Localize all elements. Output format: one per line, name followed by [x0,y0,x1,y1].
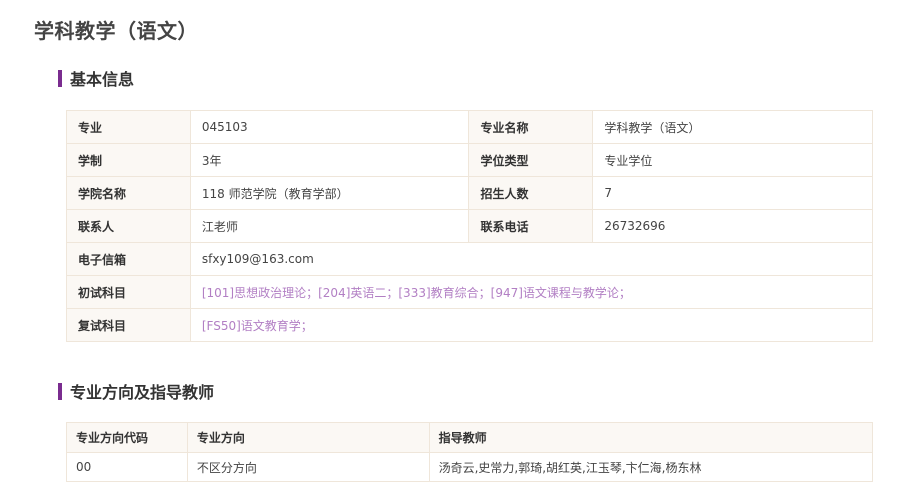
basic-info-table: 专业 045103 专业名称 学科教学（语文） 学制 3年 学位类型 专业学位 … [66,110,874,342]
directions-table: 专业方向代码 专业方向 指导教师 00 不区分方向 汤奇云,史常力,郭琦,胡红英… [66,422,874,482]
field-label-contact: 联系人 [66,209,191,243]
advisors-cell: 汤奇云,史常力,郭琦,胡红英,江玉琴,卞仁海,杨东林 [428,452,874,482]
table-row: 复试科目 [FS50]语文教育学； [66,308,874,342]
section-title-directions: 专业方向及指导教师 [58,379,214,403]
table-row: 学制 3年 学位类型 专业学位 [66,143,873,177]
table-row: 00 不区分方向 汤奇云,史常力,郭琦,胡红英,江玉琴,卞仁海,杨东林 [66,452,874,482]
table-row: 专业 045103 专业名称 学科教学（语文） [66,110,873,144]
section-accent-bar [58,382,62,400]
field-label-initial-subjects: 初试科目 [66,275,191,309]
section-title-text: 专业方向及指导教师 [70,383,215,402]
field-label-retest-subjects: 复试科目 [66,308,191,342]
table-row: 初试科目 [101]思想政治理论；[204]英语二；[333]教育综合；[947… [66,275,874,309]
field-value-college: 118 师范学院（教育学部） [189,176,470,210]
field-label-phone: 联系电话 [468,209,594,243]
table-row: 电子信箱 sfxy109@163.com [66,242,874,276]
section-title-basic-info: 基本信息 [58,66,134,90]
direction-code-cell: 00 [66,452,188,482]
field-value-enrollment: 7 [592,176,873,210]
direction-name-cell: 不区分方向 [186,452,430,482]
field-label-enrollment: 招生人数 [468,176,594,210]
section-title-text: 基本信息 [70,70,135,89]
field-label-email: 电子信箱 [66,242,191,276]
field-value-contact: 江老师 [189,209,470,243]
retest-subjects-link[interactable]: [FS50]语文教育学； [189,308,874,342]
field-value-major-name: 学科教学（语文） [592,110,873,144]
table-row: 联系人 江老师 联系电话 26732696 [66,209,873,243]
field-label-college: 学院名称 [66,176,191,210]
field-label-major-code: 专业 [66,110,191,144]
field-label-major-name: 专业名称 [468,110,594,144]
section-accent-bar [58,69,62,87]
column-header-advisors: 指导教师 [428,422,874,453]
table-header-row: 专业方向代码 专业方向 指导教师 [66,422,874,453]
field-value-duration: 3年 [189,143,470,177]
field-value-degree-type: 专业学位 [592,143,873,177]
field-label-duration: 学制 [66,143,191,177]
column-header-code: 专业方向代码 [66,422,188,453]
table-row: 学院名称 118 师范学院（教育学部） 招生人数 7 [66,176,873,210]
field-value-phone: 26732696 [592,209,873,243]
column-header-direction: 专业方向 [186,422,430,453]
initial-subjects-link[interactable]: [101]思想政治理论；[204]英语二；[333]教育综合；[947]语文课程… [189,275,874,309]
field-value-major-code: 045103 [189,110,470,144]
field-value-email: sfxy109@163.com [189,242,874,276]
field-label-degree-type: 学位类型 [468,143,594,177]
page-title: 学科教学（语文） [34,19,198,43]
